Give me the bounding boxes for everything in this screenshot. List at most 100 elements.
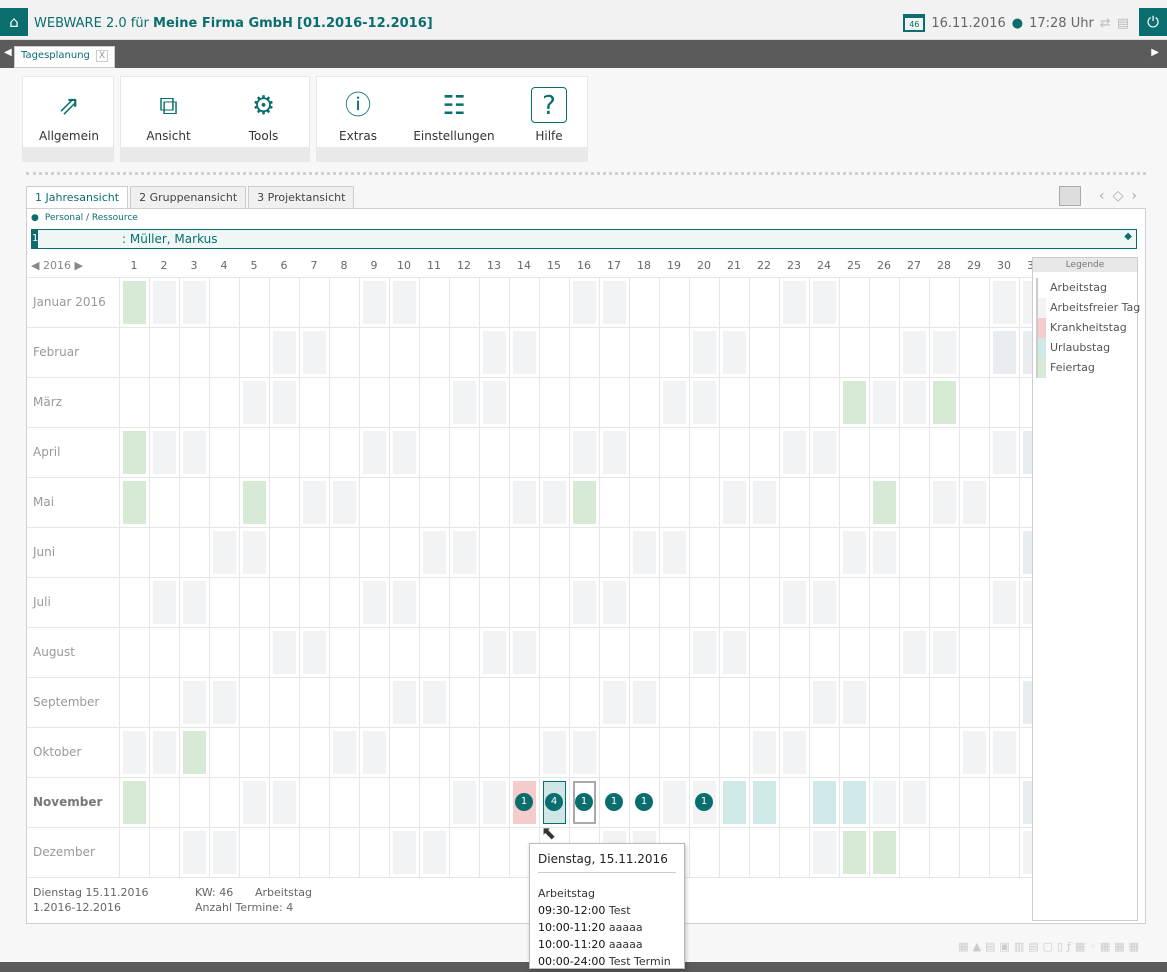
- day-cell[interactable]: [208, 376, 240, 428]
- day-cell[interactable]: [958, 526, 990, 578]
- day-cell[interactable]: [778, 326, 810, 378]
- day-cell[interactable]: [328, 576, 360, 628]
- day-cell[interactable]: [358, 726, 390, 778]
- day-cell[interactable]: [178, 576, 210, 628]
- appointment-count-badge[interactable]: 1: [635, 793, 653, 811]
- day-cell[interactable]: [328, 376, 360, 428]
- day-cell[interactable]: [988, 476, 1020, 528]
- day-cell[interactable]: [838, 626, 870, 678]
- day-cell[interactable]: [988, 826, 1020, 878]
- day-cell[interactable]: [928, 776, 960, 828]
- day-cell[interactable]: [208, 826, 240, 878]
- day-cell[interactable]: [478, 726, 510, 778]
- day-cell[interactable]: [598, 526, 630, 578]
- day-cell[interactable]: [538, 276, 570, 328]
- day-cell[interactable]: [688, 676, 720, 728]
- day-cell[interactable]: [388, 776, 420, 828]
- day-cell[interactable]: [868, 376, 900, 428]
- previous-icon[interactable]: ‹: [1099, 188, 1105, 204]
- day-cell[interactable]: [568, 276, 600, 328]
- day-cell[interactable]: [928, 726, 960, 778]
- day-cell[interactable]: [538, 376, 570, 428]
- day-cell[interactable]: [358, 776, 390, 828]
- day-cell[interactable]: [148, 326, 180, 378]
- day-cell[interactable]: [928, 276, 960, 328]
- day-cell[interactable]: [208, 326, 240, 378]
- day-cell[interactable]: [118, 426, 150, 478]
- day-cell[interactable]: [898, 426, 930, 478]
- day-cell[interactable]: [118, 826, 150, 878]
- day-cell[interactable]: [178, 526, 210, 578]
- day-cell[interactable]: [298, 476, 330, 528]
- day-cell[interactable]: [718, 426, 750, 478]
- day-cell[interactable]: [448, 426, 480, 478]
- day-cell[interactable]: [148, 476, 180, 528]
- day-cell[interactable]: [808, 476, 840, 528]
- day-cell[interactable]: [448, 576, 480, 628]
- allgemein-button[interactable]: ⇗ Allgemein: [23, 77, 115, 147]
- day-cell[interactable]: [118, 526, 150, 578]
- day-cell[interactable]: [808, 376, 840, 428]
- day-cell[interactable]: [868, 526, 900, 578]
- day-cell[interactable]: [388, 826, 420, 878]
- day-cell[interactable]: [328, 776, 360, 828]
- day-cell[interactable]: [478, 826, 510, 878]
- day-cell[interactable]: [598, 576, 630, 628]
- day-cell[interactable]: [298, 726, 330, 778]
- day-cell[interactable]: [808, 426, 840, 478]
- day-cell[interactable]: [958, 776, 990, 828]
- day-cell[interactable]: [568, 526, 600, 578]
- day-cell[interactable]: [628, 526, 660, 578]
- day-cell[interactable]: [898, 626, 930, 678]
- day-cell[interactable]: [658, 476, 690, 528]
- day-cell[interactable]: [808, 526, 840, 578]
- day-cell[interactable]: [358, 576, 390, 628]
- day-cell[interactable]: [298, 826, 330, 878]
- day-cell[interactable]: [358, 326, 390, 378]
- day-cell[interactable]: [658, 576, 690, 628]
- day-cell[interactable]: [838, 726, 870, 778]
- select-arrow-icon[interactable]: ◆: [1124, 231, 1132, 242]
- day-cell[interactable]: [988, 276, 1020, 328]
- day-cell[interactable]: [268, 526, 300, 578]
- day-cell[interactable]: [868, 476, 900, 528]
- day-cell[interactable]: [928, 376, 960, 428]
- day-cell[interactable]: [958, 426, 990, 478]
- day-cell[interactable]: [988, 776, 1020, 828]
- day-cell[interactable]: [598, 476, 630, 528]
- appointment-count-badge[interactable]: 1: [605, 793, 623, 811]
- day-cell[interactable]: [118, 376, 150, 428]
- appointment-count-badge[interactable]: 1: [575, 793, 593, 811]
- day-cell[interactable]: [388, 276, 420, 328]
- day-cell[interactable]: [838, 676, 870, 728]
- day-cell[interactable]: [688, 626, 720, 678]
- day-cell[interactable]: [118, 626, 150, 678]
- day-cell[interactable]: [358, 526, 390, 578]
- day-cell[interactable]: [748, 576, 780, 628]
- day-cell[interactable]: [328, 726, 360, 778]
- day-cell[interactable]: [118, 726, 150, 778]
- day-cell[interactable]: [628, 676, 660, 728]
- day-cell[interactable]: [358, 676, 390, 728]
- day-cell[interactable]: [898, 476, 930, 528]
- day-cell[interactable]: [238, 326, 270, 378]
- day-cell[interactable]: [928, 426, 960, 478]
- day-cell[interactable]: [268, 626, 300, 678]
- ansicht-button[interactable]: ⧉ Ansicht: [121, 77, 216, 147]
- day-cell[interactable]: [508, 476, 540, 528]
- day-cell[interactable]: [268, 826, 300, 878]
- day-cell[interactable]: [208, 576, 240, 628]
- day-cell[interactable]: [808, 676, 840, 728]
- day-cell[interactable]: [988, 526, 1020, 578]
- day-cell[interactable]: [598, 676, 630, 728]
- day-cell[interactable]: [478, 576, 510, 628]
- day-cell[interactable]: [718, 276, 750, 328]
- day-cell[interactable]: [898, 276, 930, 328]
- day-cell[interactable]: [388, 376, 420, 428]
- day-cell[interactable]: [418, 326, 450, 378]
- day-cell[interactable]: [688, 326, 720, 378]
- day-cell[interactable]: [388, 526, 420, 578]
- day-cell[interactable]: [508, 276, 540, 328]
- day-cell[interactable]: [808, 826, 840, 878]
- day-cell[interactable]: [988, 726, 1020, 778]
